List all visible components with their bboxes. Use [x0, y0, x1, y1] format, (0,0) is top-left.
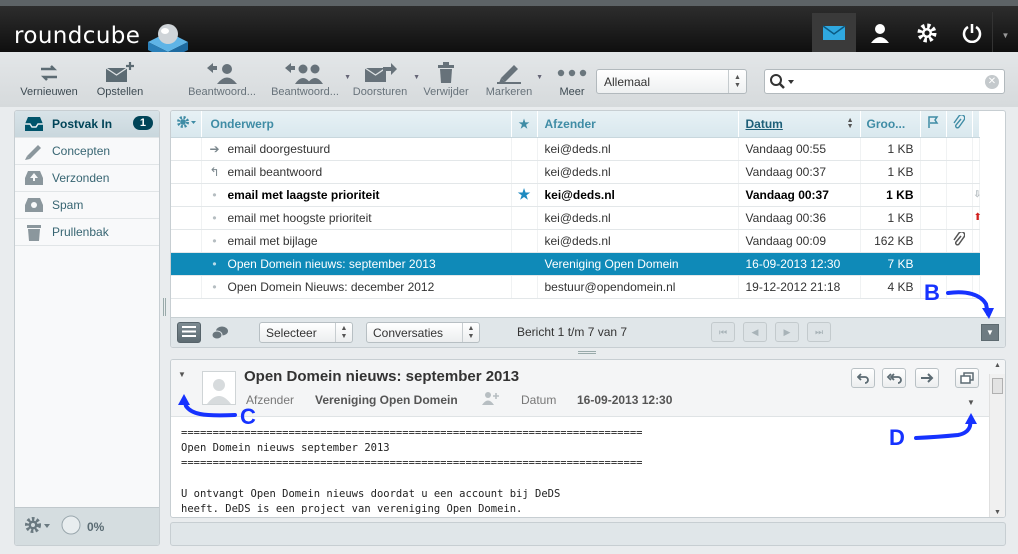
annotation-b: B [924, 280, 940, 305]
annotation-arrows [178, 290, 994, 440]
annotation-c: C [240, 404, 256, 429]
annotation-d: D [889, 425, 905, 450]
